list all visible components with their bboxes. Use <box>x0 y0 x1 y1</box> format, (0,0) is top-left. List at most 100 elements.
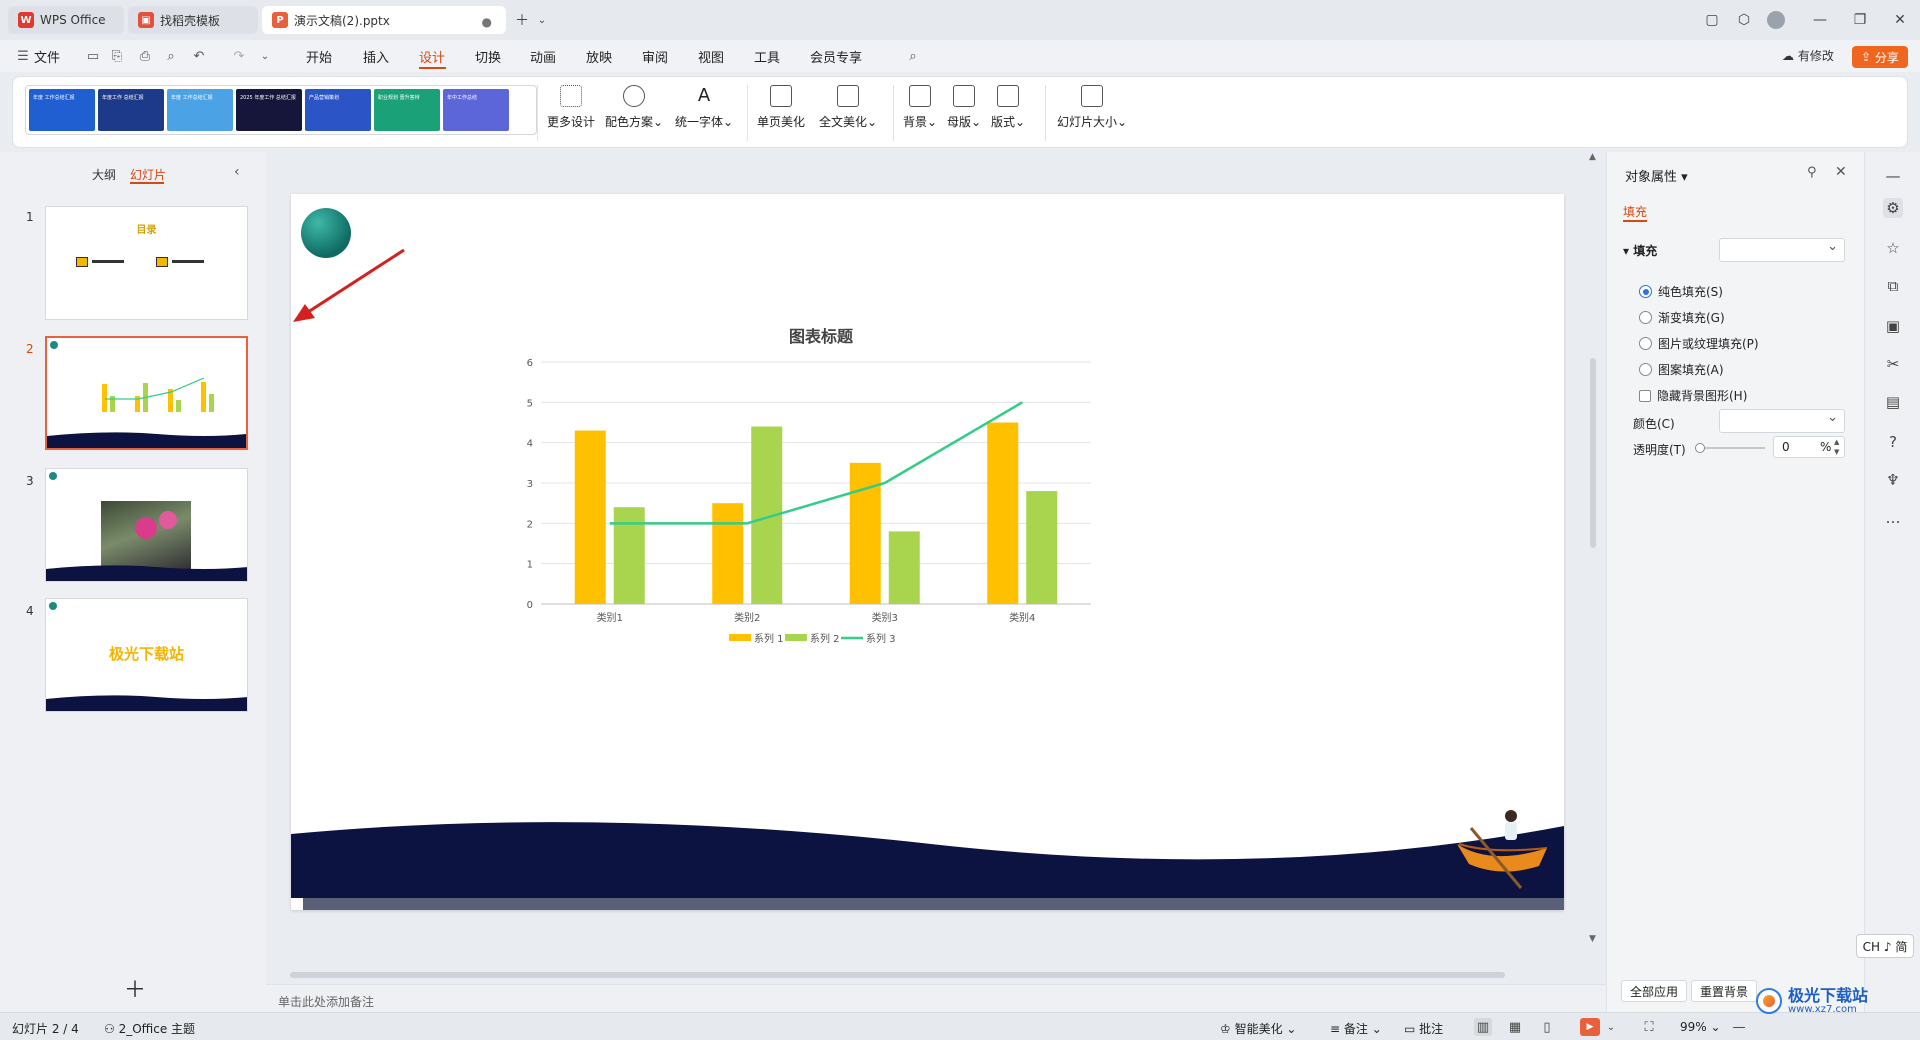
panel-title[interactable]: 对象属性 ▾ <box>1625 166 1688 185</box>
copy-layers-icon[interactable]: ⧉ <box>1883 276 1903 296</box>
user-avatar[interactable] <box>1766 10 1786 30</box>
slide-thumbnail-4[interactable]: 极光下载站 <box>45 598 248 712</box>
star-icon[interactable]: ☆ <box>1883 238 1903 258</box>
slide-sorter-icon[interactable]: ▦ <box>1506 1018 1524 1036</box>
vertical-scrollbar[interactable] <box>1590 358 1596 548</box>
radio-picture-fill[interactable]: 图片或纹理填充(P) <box>1639 335 1759 352</box>
unsaved-dot-icon[interactable]: ● <box>482 15 492 29</box>
checkbox[interactable] <box>1639 389 1651 402</box>
menu-tools[interactable]: 工具 <box>754 47 780 66</box>
slide-thumbnail-2[interactable] <box>45 336 248 450</box>
menu-member[interactable]: 会员专享 <box>810 47 862 66</box>
scroll-down-arrow-icon[interactable]: ▼ <box>1589 934 1596 944</box>
undo-icon[interactable]: ↶ <box>190 47 208 65</box>
window-layout-icon[interactable]: ▢ <box>1702 10 1722 30</box>
collapse-strip-icon[interactable]: — <box>1883 166 1903 186</box>
unify-font-button[interactable]: A 统一字体⌄ <box>675 85 733 130</box>
restore-icon[interactable]: ❐ <box>1850 10 1870 30</box>
image-edit-icon[interactable]: ▣ <box>1883 316 1903 336</box>
tab-list-chevron-icon[interactable]: ⌄ <box>532 10 552 30</box>
tab-fill[interactable]: 填充 <box>1623 203 1647 220</box>
fit-window-icon[interactable]: ⛶ <box>1640 1018 1658 1036</box>
tab-outline[interactable]: 大纲 <box>92 166 116 183</box>
radio-button[interactable] <box>1639 363 1652 376</box>
layout-button[interactable]: 版式⌄ <box>991 85 1025 130</box>
color-scheme-button[interactable]: 配色方案⌄ <box>605 85 663 130</box>
print-preview-icon[interactable]: ⌕ <box>162 47 180 65</box>
menu-transitions[interactable]: 切换 <box>475 47 501 66</box>
collapse-panel-icon[interactable]: ‹ <box>234 164 240 180</box>
menu-file[interactable]: 文件 <box>34 47 60 66</box>
normal-view-icon[interactable]: ▥ <box>1474 1018 1492 1036</box>
scroll-up-arrow-icon[interactable]: ▲ <box>1589 152 1596 162</box>
more-options-icon[interactable]: … <box>1883 508 1903 528</box>
template-thumbnail[interactable]: 年中工作总结 <box>443 89 509 131</box>
quick-access-chevron-icon[interactable]: ⌄ <box>256 47 274 65</box>
radio-button-checked[interactable] <box>1639 285 1652 298</box>
radio-button[interactable] <box>1639 337 1652 350</box>
template-thumbnail[interactable]: 年度工作 总结汇报 <box>98 89 164 131</box>
radio-button[interactable] <box>1639 311 1652 324</box>
transparency-input[interactable]: 0 % ▲ ▼ <box>1773 436 1845 458</box>
template-thumbnail[interactable]: 年度 工作总结汇报 <box>167 89 233 131</box>
spinner-icon[interactable]: ▲ ▼ <box>1834 437 1839 457</box>
modified-status[interactable]: ☁ 有修改 <box>1782 47 1834 64</box>
slideshow-options-chevron-icon[interactable]: ⌄ <box>1602 1018 1620 1036</box>
horizontal-scrollbar[interactable] <box>290 972 1505 978</box>
reading-view-icon[interactable]: ▯ <box>1538 1018 1556 1036</box>
reset-background-button[interactable]: 重置背景 <box>1691 980 1758 1002</box>
play-slideshow-icon[interactable]: ▶ <box>1580 1018 1600 1036</box>
slide-size-button[interactable]: 幻灯片大小⌄ <box>1057 85 1127 130</box>
menu-home[interactable]: 开始 <box>306 47 332 66</box>
save-icon[interactable]: ▭ <box>84 47 102 65</box>
cube-icon[interactable]: ⬡ <box>1734 10 1754 30</box>
redo-icon[interactable]: ↷ <box>230 47 248 65</box>
close-window-icon[interactable]: ✕ <box>1890 10 1910 30</box>
slider-thumb[interactable] <box>1695 443 1705 453</box>
template-thumbnail[interactable]: 产品营销策划 <box>305 89 371 131</box>
chart[interactable]: 图表标题 0 1 2 3 4 5 6 类别1 类别2 类别3 类别4 系列 1 系列 2 系列 3 <box>291 194 1564 910</box>
zoom-level[interactable]: 99% ⌄ <box>1680 1020 1721 1034</box>
transparency-slider[interactable] <box>1695 443 1765 453</box>
background-button[interactable]: 背景⌄ <box>903 85 937 130</box>
menu-animations[interactable]: 动画 <box>530 47 556 66</box>
fill-type-select[interactable] <box>1719 238 1845 262</box>
shirt-icon[interactable]: ♆ <box>1883 470 1903 490</box>
template-thumbnail[interactable]: 年度 工作总结汇报 <box>29 89 95 131</box>
export-pdf-icon[interactable]: ⎘ <box>108 47 126 65</box>
template-thumbnail[interactable]: 职业规划 晋升答辩 <box>374 89 440 131</box>
comments-button[interactable]: ▭ 批注 <box>1404 1020 1443 1037</box>
menu-design[interactable]: 设计 <box>419 47 445 66</box>
tab-presentation-file[interactable]: P 演示文稿(2).pptx ● <box>262 6 506 34</box>
close-panel-icon[interactable]: ✕ <box>1835 164 1847 180</box>
hamburger-menu-icon[interactable]: ☰ <box>14 47 32 65</box>
menu-review[interactable]: 审阅 <box>642 47 668 66</box>
radio-pattern-fill[interactable]: 图案填充(A) <box>1639 361 1724 378</box>
fill-section-header[interactable]: ▾ 填充 <box>1623 242 1657 259</box>
help-icon[interactable]: ? <box>1883 432 1903 452</box>
more-design-button[interactable]: 更多设计 <box>547 85 595 130</box>
apply-all-button[interactable]: 全部应用 <box>1621 980 1688 1002</box>
tab-slides[interactable]: 幻灯片 <box>130 166 166 183</box>
smart-beautify-button[interactable]: ♔ 智能美化 ⌄ <box>1220 1020 1296 1037</box>
color-select[interactable] <box>1719 409 1845 433</box>
template-gallery[interactable]: 年度 工作总结汇报 年度工作 总结汇报 年度 工作总结汇报 2025 年度工作 总结汇… <box>25 85 537 135</box>
minimize-icon[interactable]: — <box>1810 10 1830 30</box>
master-button[interactable]: 母版⌄ <box>947 85 981 130</box>
template-thumbnail[interactable]: 2025 年度工作 总结汇报 <box>236 89 302 131</box>
tools-scissors-icon[interactable]: ✂ <box>1883 354 1903 374</box>
slide-thumbnail-1[interactable]: 目录 <box>45 206 248 320</box>
print-icon[interactable]: ⎙ <box>136 47 154 65</box>
new-tab-plus-icon[interactable]: ＋ <box>512 10 532 30</box>
theme-name[interactable]: ⚇ 2_Office 主题 <box>104 1020 195 1037</box>
notes-area[interactable]: 单击此处添加备注 <box>266 984 1606 1014</box>
slide-thumbnail-3[interactable] <box>45 468 248 582</box>
menu-slideshow[interactable]: 放映 <box>586 47 612 66</box>
book-icon[interactable]: ▤ <box>1883 392 1903 412</box>
single-page-beautify-button[interactable]: 单页美化 <box>757 85 805 130</box>
search-icon[interactable]: ⌕ <box>904 47 922 65</box>
ime-indicator[interactable]: CH ♪ 简 <box>1856 934 1914 958</box>
tab-wps-office[interactable]: W WPS Office <box>8 6 124 34</box>
menu-insert[interactable]: 插入 <box>363 47 389 66</box>
add-slide-plus-icon[interactable]: ＋ <box>124 972 146 1004</box>
